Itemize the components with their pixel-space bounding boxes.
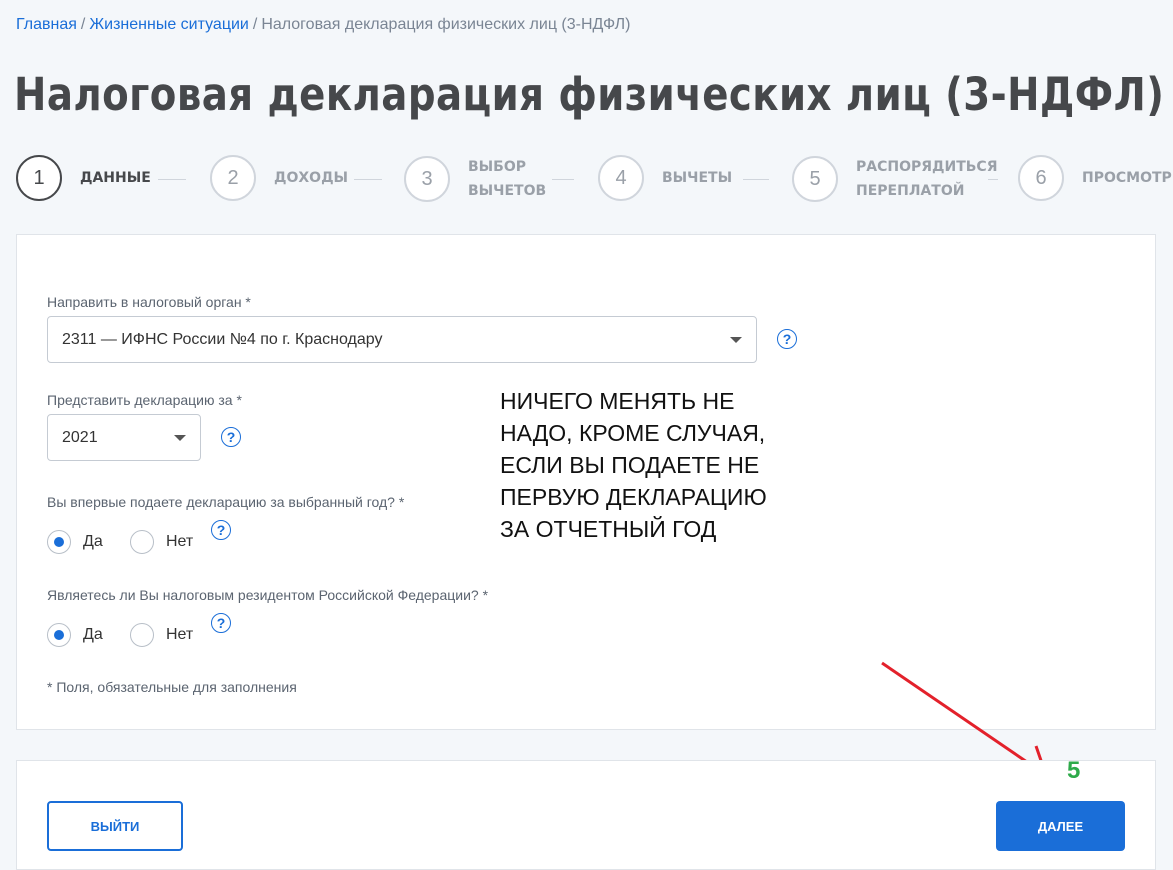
- radio-circle: [130, 530, 154, 554]
- step-connector: [743, 179, 769, 180]
- help-icon[interactable]: ?: [211, 613, 231, 633]
- radio-label: Да: [83, 533, 103, 550]
- breadcrumb-separator: /: [80, 16, 86, 33]
- tax-office-value: 2311 — ИФНС России №4 по г. Краснодару: [62, 330, 383, 348]
- first-time-yes-radio[interactable]: Да: [47, 530, 103, 554]
- resident-label: Являетесь ли Вы налоговым резидентом Рос…: [47, 587, 489, 603]
- step-label: ДОХОДЫ: [274, 170, 349, 186]
- help-icon[interactable]: ?: [221, 427, 241, 447]
- annotation-step-number: 5: [1067, 757, 1081, 784]
- first-time-no-radio[interactable]: Нет: [130, 530, 193, 554]
- breadcrumb-home-link[interactable]: Главная: [16, 16, 77, 33]
- chevron-down-icon: [730, 336, 742, 343]
- breadcrumb-life-situations-link[interactable]: Жизненные ситуации: [89, 16, 249, 33]
- step-income[interactable]: 2 ДОХОДЫ: [210, 155, 348, 201]
- step-number: 2: [210, 155, 256, 201]
- chevron-down-icon: [174, 434, 186, 441]
- step-connector: [158, 179, 186, 180]
- radio-label: Нет: [166, 626, 194, 643]
- step-number: 1: [16, 155, 62, 201]
- step-data[interactable]: 1 ДАННЫЕ: [16, 155, 151, 201]
- step-label: ВЫБОР ВЫЧЕТОВ: [468, 155, 546, 203]
- actions-card: [16, 760, 1156, 870]
- step-label-line: ВЫЧЕТОВ: [468, 183, 547, 199]
- page-title: Налоговая декларация физических лиц (3-Н…: [14, 68, 1165, 121]
- step-deduction-choice[interactable]: 3 ВЫБОР ВЫЧЕТОВ: [404, 155, 546, 203]
- step-preview[interactable]: 6 ПРОСМОТР: [1018, 155, 1172, 201]
- exit-button[interactable]: ВЫЙТИ: [47, 801, 183, 851]
- step-connector: [354, 179, 382, 180]
- step-connector: [552, 179, 574, 180]
- radio-selected-dot: [54, 537, 64, 547]
- radio-selected-dot: [54, 630, 64, 640]
- arrow-shaft: [881, 661, 1047, 777]
- radio-circle: [47, 623, 71, 647]
- annotation-line: ЕСЛИ ВЫ ПОДАЕТЕ НЕ: [500, 452, 760, 478]
- step-number: 3: [404, 156, 450, 202]
- radio-circle: [130, 623, 154, 647]
- radio-label: Нет: [166, 533, 194, 550]
- year-select[interactable]: 2021: [47, 414, 201, 461]
- required-fields-note: * Поля, обязательные для заполнения: [47, 679, 297, 695]
- step-label-line: РАСПОРЯДИТЬСЯ: [856, 159, 998, 175]
- first-time-label: Вы впервые подаете декларацию за выбранн…: [47, 494, 405, 510]
- step-label: ПРОСМОТР: [1082, 170, 1172, 186]
- radio-label: Да: [83, 626, 103, 643]
- breadcrumb-current: Налоговая декларация физических лиц (3-Н…: [261, 16, 631, 33]
- step-number: 6: [1018, 155, 1064, 201]
- help-icon[interactable]: ?: [777, 329, 797, 349]
- radio-circle: [47, 530, 71, 554]
- step-label-line: ВЫБОР: [468, 159, 527, 175]
- help-icon[interactable]: ?: [211, 520, 231, 540]
- annotation-line: НИЧЕГО МЕНЯТЬ НЕ: [500, 388, 735, 414]
- breadcrumb: Главная / Жизненные ситуации / Налоговая дек…: [16, 16, 630, 34]
- step-number: 4: [598, 155, 644, 201]
- annotation-line: НАДО, КРОМЕ СЛУЧАЯ,: [500, 420, 766, 446]
- step-deductions[interactable]: 4 ВЫЧЕТЫ: [598, 155, 732, 201]
- annotation-line: ПЕРВУЮ ДЕКЛАРАЦИЮ: [500, 484, 767, 510]
- step-label: РАСПОРЯДИТЬСЯ ПЕРЕПЛАТОЙ: [856, 155, 998, 203]
- next-button[interactable]: ДАЛЕЕ: [996, 801, 1125, 851]
- step-overpayment[interactable]: 5 РАСПОРЯДИТЬСЯ ПЕРЕПЛАТОЙ: [792, 155, 998, 203]
- step-label: ВЫЧЕТЫ: [662, 170, 733, 186]
- breadcrumb-separator: /: [252, 16, 258, 33]
- tax-office-label: Направить в налоговый орган *: [47, 294, 251, 310]
- step-label-line: ПЕРЕПЛАТОЙ: [856, 183, 965, 199]
- resident-yes-radio[interactable]: Да: [47, 623, 103, 647]
- tax-office-select[interactable]: 2311 — ИФНС России №4 по г. Краснодару: [47, 316, 757, 363]
- step-number: 5: [792, 156, 838, 202]
- annotation-line: ЗА ОТЧЕТНЫЙ ГОД: [500, 516, 717, 542]
- year-value: 2021: [62, 428, 98, 446]
- annotation-note: НИЧЕГО МЕНЯТЬ НЕ НАДО, КРОМЕ СЛУЧАЯ, ЕСЛ…: [500, 385, 767, 545]
- year-label: Представить декларацию за *: [47, 392, 242, 408]
- step-label: ДАННЫЕ: [80, 170, 151, 186]
- resident-no-radio[interactable]: Нет: [130, 623, 193, 647]
